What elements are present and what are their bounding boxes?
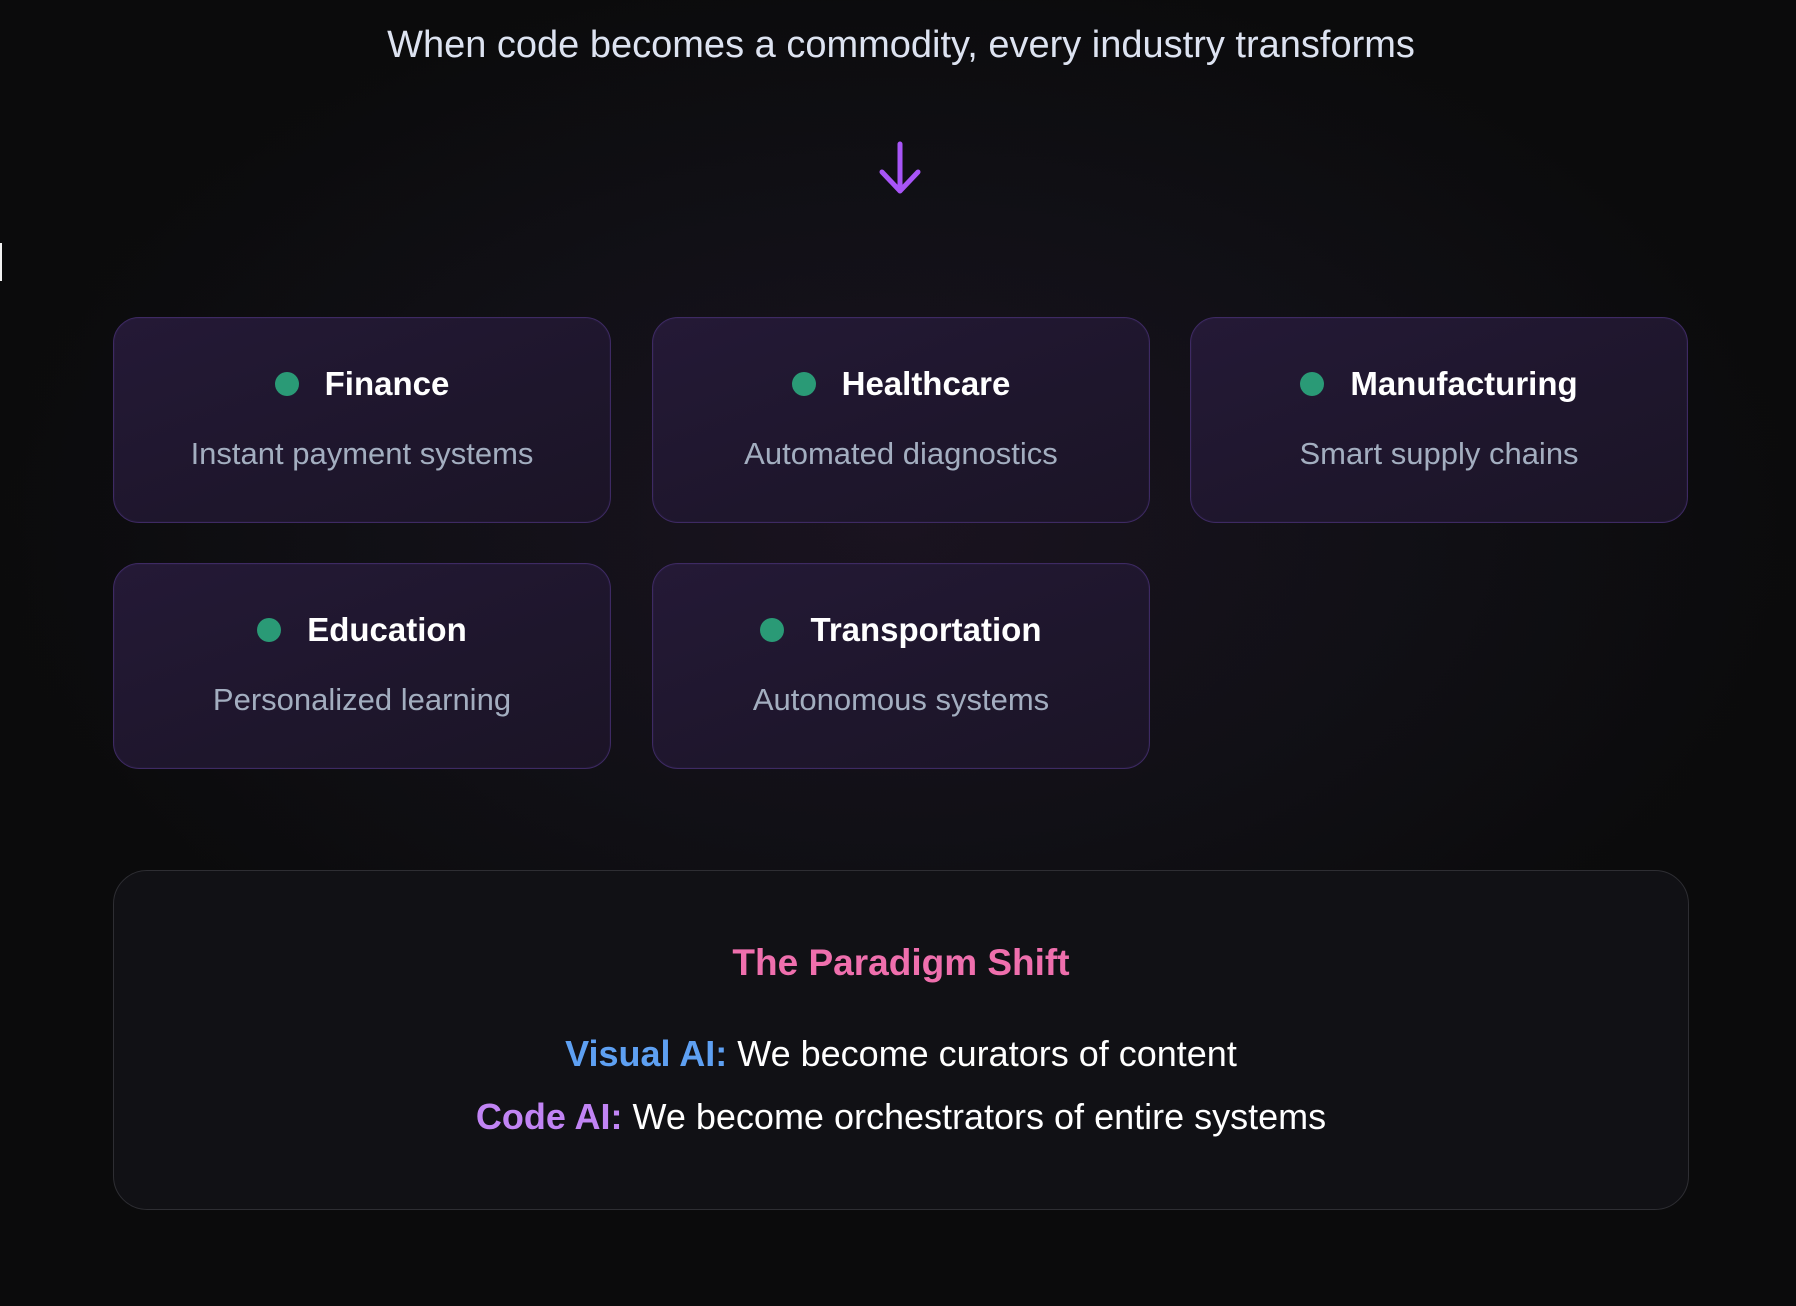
status-dot-icon — [791, 372, 816, 396]
visual-ai-label: Visual AI: — [565, 1033, 728, 1074]
industry-card-transportation: Transportation Autonomous systems — [652, 563, 1150, 769]
arrow-down-icon — [879, 141, 921, 194]
industry-description: Smart supply chains — [1299, 436, 1579, 471]
headline: When code becomes a commodity, every ind… — [387, 24, 1415, 66]
industry-title: Transportation — [810, 611, 1042, 648]
industry-title: Education — [307, 611, 467, 648]
status-dot-icon — [1300, 372, 1325, 396]
industry-description: Autonomous systems — [752, 682, 1050, 717]
industry-description: Automated diagnostics — [744, 436, 1058, 471]
paradigm-shift-panel: The Paradigm Shift Visual AI: We become … — [113, 870, 1689, 1210]
paradigm-shift-title: The Paradigm Shift — [732, 942, 1070, 983]
industry-title: Manufacturing — [1350, 365, 1578, 402]
industry-card-healthcare: Healthcare Automated diagnostics — [652, 317, 1150, 523]
code-ai-line: Code AI: We become orchestrators of enti… — [114, 1092, 1688, 1142]
industry-title: Healthcare — [841, 365, 1011, 402]
code-ai-label: Code AI: — [475, 1096, 623, 1137]
status-dot-icon — [257, 618, 282, 642]
industry-card-manufacturing: Manufacturing Smart supply chains — [1190, 317, 1688, 523]
industry-card-finance: Finance Instant payment systems — [113, 317, 611, 523]
code-ai-text: We become orchestrators of entire system… — [632, 1096, 1327, 1137]
industry-title: Finance — [324, 365, 450, 402]
industry-card-education: Education Personalized learning — [113, 563, 611, 769]
visual-ai-text: We become curators of content — [737, 1033, 1237, 1074]
status-dot-icon — [274, 372, 299, 396]
text-cursor — [0, 243, 2, 281]
industry-description: Instant payment systems — [190, 436, 534, 471]
visual-ai-line: Visual AI: We become curators of content — [114, 1029, 1688, 1079]
status-dot-icon — [760, 618, 785, 642]
industry-description: Personalized learning — [212, 682, 512, 717]
